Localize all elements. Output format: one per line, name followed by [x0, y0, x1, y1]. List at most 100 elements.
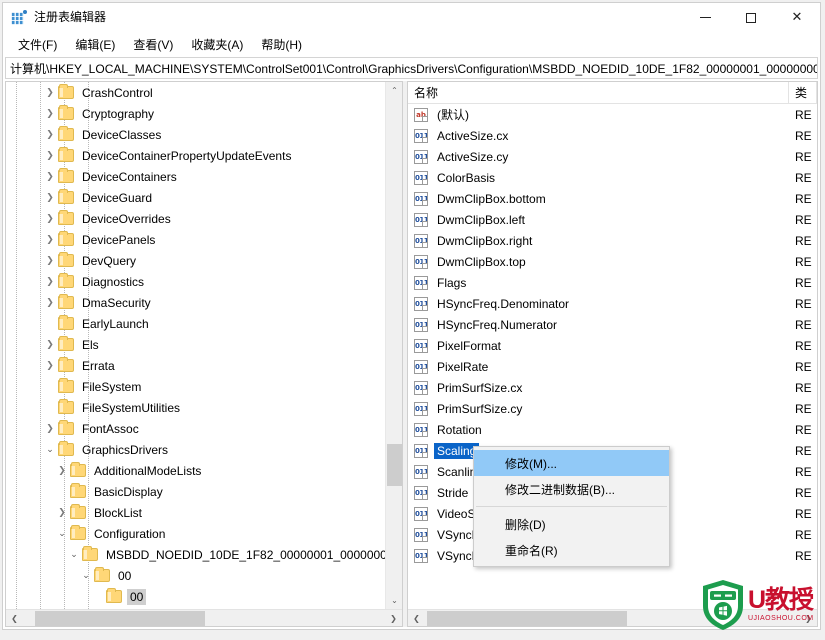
table-row[interactable]: ab (默认) RE: [408, 104, 817, 125]
chevron-right-icon[interactable]: ❯: [42, 82, 58, 103]
table-row[interactable]: 011 Rotation RE: [408, 419, 817, 440]
tree-item-filesystem[interactable]: · FileSystem: [6, 376, 385, 397]
menu-file[interactable]: 文件(F): [9, 33, 66, 56]
tree-scroll-right-icon[interactable]: ❯: [385, 610, 402, 627]
chevron-right-icon[interactable]: ❯: [42, 334, 58, 355]
chevron-right-icon[interactable]: ❯: [42, 229, 58, 250]
address-bar[interactable]: 计算机\HKEY_LOCAL_MACHINE\SYSTEM\ControlSet…: [5, 57, 818, 79]
table-row[interactable]: 011 PixelRate RE: [408, 356, 817, 377]
tree-item-filesystemutilities[interactable]: · FileSystemUtilities: [6, 397, 385, 418]
chevron-right-icon[interactable]: ❯: [54, 502, 70, 523]
chevron-down-icon[interactable]: ⌄: [78, 565, 94, 586]
tree-item-blocklist[interactable]: ❯ BlockList: [6, 502, 385, 523]
value-name-cell: 011 Rotation: [408, 422, 789, 438]
context-menu-item[interactable]: 修改二进制数据(B)...: [474, 476, 669, 502]
tree-item-label: DeviceContainerPropertyUpdateEvents: [82, 148, 292, 163]
chevron-right-icon[interactable]: ❯: [42, 103, 58, 124]
context-menu-item[interactable]: 修改(M)...: [474, 450, 669, 476]
tree-scroll-up-icon[interactable]: ⌃: [386, 82, 402, 99]
tree-item-00[interactable]: ⌄ 00: [6, 565, 385, 586]
tree-scroll-down-icon[interactable]: ⌄: [386, 592, 402, 609]
context-menu-item[interactable]: 重命名(R): [474, 537, 669, 563]
tree-item-deviceoverrides[interactable]: ❯ DeviceOverrides: [6, 208, 385, 229]
table-row[interactable]: 011 HSyncFreq.Numerator RE: [408, 314, 817, 335]
value-name-label: PrimSurfSize.cx: [437, 380, 523, 395]
chevron-right-icon[interactable]: ❯: [54, 460, 70, 481]
chevron-right-icon[interactable]: ❯: [42, 271, 58, 292]
menu-favorites[interactable]: 收藏夹(A): [182, 33, 252, 56]
chevron-down-icon[interactable]: ⌄: [66, 544, 82, 565]
tree-item-els[interactable]: ❯ Els: [6, 334, 385, 355]
tree-item-configuration[interactable]: ⌄ Configuration: [6, 523, 385, 544]
menu-bar: 文件(F) 编辑(E) 查看(V) 收藏夹(A) 帮助(H): [3, 32, 820, 57]
tree-hscroll-thumb[interactable]: [35, 610, 205, 626]
menu-view[interactable]: 查看(V): [124, 33, 182, 56]
chevron-right-icon[interactable]: ❯: [42, 166, 58, 187]
table-row[interactable]: 011 ActiveSize.cy RE: [408, 146, 817, 167]
chevron-right-icon[interactable]: ❯: [42, 187, 58, 208]
list-hscroll-thumb[interactable]: [427, 610, 627, 626]
tree-item-additionalmodelists[interactable]: ❯ AdditionalModeLists: [6, 460, 385, 481]
tree-item-cryptography[interactable]: ❯ Cryptography: [6, 103, 385, 124]
tree-item-crashcontrol[interactable]: ❯ CrashControl: [6, 82, 385, 103]
table-row[interactable]: 011 DwmClipBox.top RE: [408, 251, 817, 272]
column-header-name[interactable]: 名称: [408, 82, 789, 103]
tree-item-fontassoc[interactable]: ❯ FontAssoc: [6, 418, 385, 439]
tree-item-deviceclasses[interactable]: ❯ DeviceClasses: [6, 124, 385, 145]
table-row[interactable]: 011 Flags RE: [408, 272, 817, 293]
binary-value-icon: 011: [414, 485, 428, 500]
tree-item-label: DeviceClasses: [82, 127, 162, 142]
chevron-down-icon[interactable]: ⌄: [42, 439, 58, 460]
tree-item-diagnostics[interactable]: ❯ Diagnostics: [6, 271, 385, 292]
list-scroll-left-icon[interactable]: ❮: [408, 610, 425, 627]
tree-item-devicecontainers[interactable]: ❯ DeviceContainers: [6, 166, 385, 187]
minimize-button[interactable]: [682, 3, 728, 32]
tree-item-dmasecurity[interactable]: ❯ DmaSecurity: [6, 292, 385, 313]
table-row[interactable]: 011 PrimSurfSize.cx RE: [408, 377, 817, 398]
table-row[interactable]: 011 ActiveSize.cx RE: [408, 125, 817, 146]
menu-help[interactable]: 帮助(H): [252, 33, 311, 56]
list-scroll-right-icon[interactable]: ❯: [800, 610, 817, 627]
tree-leaf-spacer: ·: [42, 313, 58, 334]
table-row[interactable]: 011 DwmClipBox.left RE: [408, 209, 817, 230]
table-row[interactable]: 011 PixelFormat RE: [408, 335, 817, 356]
value-name-cell: 011 Flags: [408, 275, 789, 291]
tree-horizontal-scrollbar[interactable]: ❮ ❯: [6, 609, 402, 626]
tree-hscroll-track[interactable]: [23, 610, 385, 627]
chevron-right-icon[interactable]: ❯: [42, 124, 58, 145]
context-menu-item[interactable]: 删除(D): [474, 511, 669, 537]
maximize-button[interactable]: [728, 3, 774, 32]
tree-item-basicdisplay[interactable]: · BasicDisplay: [6, 481, 385, 502]
tree-item-graphicsdrivers[interactable]: ⌄ GraphicsDrivers: [6, 439, 385, 460]
chevron-right-icon[interactable]: ❯: [42, 145, 58, 166]
tree-item-00[interactable]: · 00: [6, 586, 385, 607]
table-row[interactable]: 011 DwmClipBox.bottom RE: [408, 188, 817, 209]
chevron-down-icon[interactable]: ⌄: [54, 523, 70, 544]
tree-item-devicepanels[interactable]: ❯ DevicePanels: [6, 229, 385, 250]
tree-item-errata[interactable]: ❯ Errata: [6, 355, 385, 376]
tree-item-devquery[interactable]: ❯ DevQuery: [6, 250, 385, 271]
table-row[interactable]: 011 DwmClipBox.right RE: [408, 230, 817, 251]
chevron-right-icon[interactable]: ❯: [42, 250, 58, 271]
column-header-type[interactable]: 类: [789, 82, 817, 103]
table-row[interactable]: 011 HSyncFreq.Denominator RE: [408, 293, 817, 314]
tree-item-msbdd-noedid-10de-1f82-00000001-00000000[interactable]: ⌄ MSBDD_NOEDID_10DE_1F82_00000001_0000000…: [6, 544, 394, 565]
list-horizontal-scrollbar[interactable]: ❮ ❯: [408, 609, 817, 626]
value-name-label: DwmClipBox.bottom: [437, 191, 546, 206]
chevron-right-icon[interactable]: ❯: [42, 418, 58, 439]
tree-item-earlylaunch[interactable]: · EarlyLaunch: [6, 313, 385, 334]
chevron-right-icon[interactable]: ❯: [42, 208, 58, 229]
binary-value-icon: 011: [414, 191, 428, 206]
chevron-right-icon[interactable]: ❯: [42, 355, 58, 376]
tree-item-deviceguard[interactable]: ❯ DeviceGuard: [6, 187, 385, 208]
table-row[interactable]: 011 ColorBasis RE: [408, 167, 817, 188]
menu-edit[interactable]: 编辑(E): [66, 33, 124, 56]
tree-scroll-thumb[interactable]: [387, 444, 402, 486]
table-row[interactable]: 011 PrimSurfSize.cy RE: [408, 398, 817, 419]
close-icon[interactable]: ✕: [774, 3, 820, 32]
list-hscroll-track[interactable]: [425, 610, 800, 627]
chevron-right-icon[interactable]: ❯: [42, 292, 58, 313]
tree-vertical-scrollbar[interactable]: ⌃ ⌄: [385, 82, 402, 609]
tree-item-devicecontainerpropertyupdateevents[interactable]: ❯ DeviceContainerPropertyUpdateEvents: [6, 145, 385, 166]
tree-scroll-left-icon[interactable]: ❮: [6, 610, 23, 627]
